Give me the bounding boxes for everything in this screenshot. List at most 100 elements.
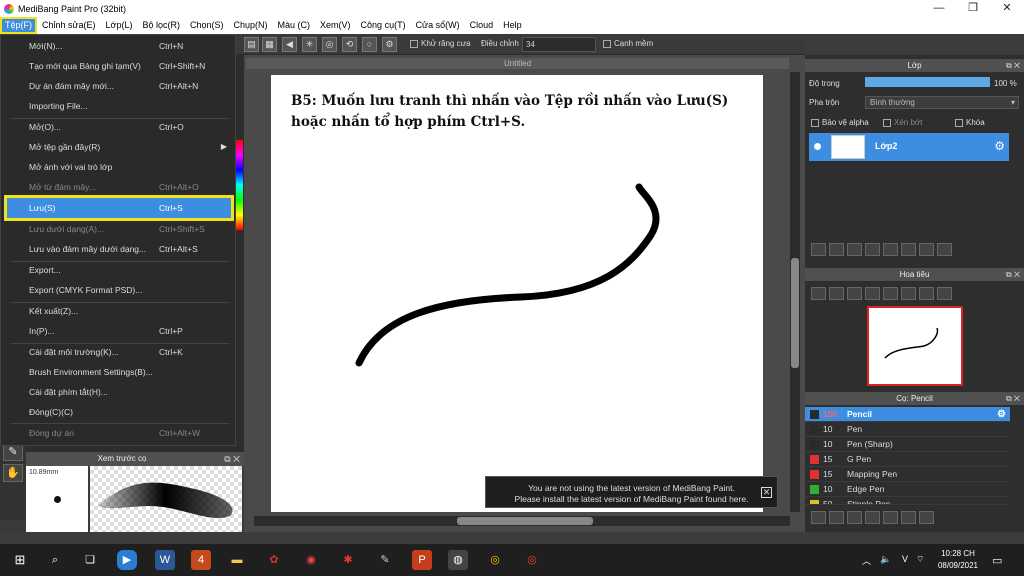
cc-icon[interactable]: ✿ — [264, 550, 284, 570]
merge-layer-icon[interactable] — [919, 243, 934, 256]
menu-item-export-cmyk[interactable]: Export (CMYK Format PSD)... — [7, 280, 231, 300]
system-clock[interactable]: 10:28 CH 08/09/2021 — [932, 548, 984, 572]
add-brush-icon[interactable] — [811, 511, 826, 524]
protect-alpha-toggle[interactable]: Bảo vệ alpha — [811, 118, 869, 127]
antialias-toggle[interactable]: Khử răng cưa — [410, 39, 470, 48]
rotate-right-icon[interactable] — [919, 287, 934, 300]
menu-item-render[interactable]: Kết xuất(Z)... — [7, 301, 231, 321]
concentric-icon[interactable]: ◎ — [322, 37, 337, 52]
new-layer-icon[interactable] — [811, 243, 826, 256]
protect-alpha-checkbox[interactable] — [811, 118, 819, 127]
menu-item-preferences[interactable]: Cài đặt môi trường(K)... Ctrl+K — [7, 342, 231, 362]
minimize-button[interactable]: — — [922, 0, 956, 17]
menu-item-open-recent[interactable]: Mở tệp gần đây(R) ▶ — [7, 137, 231, 157]
update-notification[interactable]: You are not using the latest version of … — [485, 476, 778, 508]
paint-icon[interactable]: ✎ — [375, 550, 395, 570]
clipping-checkbox[interactable] — [883, 118, 891, 127]
menu-item-new[interactable]: Mới(N)... Ctrl+N — [7, 36, 231, 56]
panel-close-icon[interactable]: ⧉ ✕ — [1006, 59, 1020, 72]
powerpoint-icon[interactable]: P — [412, 550, 432, 570]
close-button[interactable]: ✕ — [990, 0, 1024, 17]
rotate-icon[interactable] — [883, 287, 898, 300]
canvas-paper[interactable]: B5: Muốn lưu tranh thì nhấn vào Tệp rồi … — [271, 75, 763, 512]
menu-item-import[interactable]: Importing File... — [7, 96, 231, 116]
menu-item-open-as-layer[interactable]: Mở ảnh với vai trò lớp — [7, 157, 231, 177]
add-layer-dropdown-icon[interactable] — [865, 243, 880, 256]
circle-ruler-icon[interactable]: ○ — [362, 37, 377, 52]
opacity-slider[interactable] — [865, 77, 990, 87]
visibility-icon[interactable] — [814, 143, 821, 150]
medibang-taskbar-icon[interactable]: ◍ — [448, 550, 468, 570]
menu-item-save-cloud-as[interactable]: Lưu vào đám mây dưới dạng... Ctrl+Alt+S — [7, 239, 231, 259]
brush-item-pen-sharp[interactable]: 10 Pen (Sharp) — [805, 437, 1010, 452]
task-view-icon[interactable]: ❏ — [80, 550, 100, 570]
brush-item-mapping-pen[interactable]: 15 Mapping Pen — [805, 467, 1010, 482]
duplicate-layer-icon[interactable] — [901, 243, 916, 256]
canvas-tab[interactable]: Untitled — [246, 58, 789, 69]
navigator-thumbnail[interactable] — [867, 306, 963, 386]
menu-item-new-from-clipboard[interactable]: Tạo mới qua Bảng ghi tạm(V) Ctrl+Shift+N — [7, 56, 231, 76]
menu-item-new-cloud-project[interactable]: Dự án đám mây mới... Ctrl+Alt+N — [7, 76, 231, 96]
menu-layer[interactable]: Lớp(L) — [101, 17, 138, 34]
menu-select[interactable]: Chọn(S) — [185, 17, 229, 34]
zoom-app-icon[interactable]: ▶ — [117, 550, 137, 570]
zoom-out-icon[interactable] — [865, 287, 880, 300]
radial-icon[interactable]: ✳ — [302, 37, 317, 52]
menu-window[interactable]: Cửa sổ(W) — [411, 17, 465, 34]
new-brush-icon[interactable] — [829, 511, 844, 524]
wifi-icon[interactable]: ⌔ — [916, 554, 924, 565]
soft-edge-toggle[interactable]: Cạnh mềm — [603, 39, 653, 48]
menu-cloud[interactable]: Cloud — [465, 17, 499, 34]
search-icon[interactable]: ⌕ — [45, 550, 65, 570]
menu-item-open[interactable]: Mở(O)... Ctrl+O — [7, 117, 231, 137]
menu-color[interactable]: Màu (C) — [273, 17, 316, 34]
menu-item-export[interactable]: Export... — [7, 260, 231, 280]
zoom-in-icon[interactable] — [829, 287, 844, 300]
snap-settings-icon[interactable]: ⚙ — [382, 37, 397, 52]
new-folder-icon[interactable] — [883, 243, 898, 256]
lock-toggle[interactable]: Khóa — [955, 118, 985, 127]
vertical-scrollbar[interactable] — [790, 72, 800, 512]
hand-icon[interactable]: ✋ — [3, 464, 23, 482]
notifications-icon[interactable]: ▭ — [992, 554, 1002, 567]
color-palette-strip[interactable] — [235, 140, 243, 230]
brush-settings-icon[interactable] — [865, 511, 880, 524]
menu-tools[interactable]: Công cụ(T) — [356, 17, 411, 34]
panel-close-icon[interactable]: ⧉ ✕ — [1006, 268, 1020, 281]
stripe-icon[interactable]: ▤ — [244, 37, 259, 52]
antialias-checkbox[interactable] — [410, 39, 418, 48]
horizontal-scroll-thumb[interactable] — [457, 517, 593, 525]
fit-icon[interactable] — [847, 287, 862, 300]
gear-icon[interactable]: ⚙ — [997, 407, 1006, 422]
chrome-icon[interactable]: ◎ — [485, 550, 505, 570]
panel-close-icon[interactable]: ⧉ ✕ — [1006, 392, 1020, 405]
new-halftone-layer-icon[interactable] — [829, 243, 844, 256]
curve-ruler-icon[interactable]: ⟲ — [342, 37, 357, 52]
menu-item-save-as[interactable]: Lưu dưới dạng(A)... Ctrl+Shift+S — [7, 219, 231, 239]
blend-mode-select[interactable]: Bình thường ▾ — [865, 96, 1019, 109]
menu-capture[interactable]: Chụp(N) — [229, 17, 273, 34]
perspective-icon[interactable]: ◀ — [282, 37, 297, 52]
menu-edit[interactable]: Chỉnh sửa(E) — [37, 17, 101, 34]
adjust-value-input[interactable]: 34 — [522, 37, 596, 52]
menu-item-close-project[interactable]: Đóng dự án Ctrl+Alt+W — [7, 423, 231, 443]
app-icon-star[interactable]: ✱ — [338, 550, 358, 570]
reset-rotate-icon[interactable] — [901, 287, 916, 300]
menu-view[interactable]: Xem(V) — [315, 17, 356, 34]
grid-icon[interactable]: ▦ — [262, 37, 277, 52]
windows-start-icon[interactable]: ⊞ — [10, 550, 30, 570]
mail-icon[interactable]: 4 — [191, 550, 211, 570]
lock-checkbox[interactable] — [955, 118, 963, 127]
brush-item-g-pen[interactable]: 15 G Pen — [805, 452, 1010, 467]
maximize-button[interactable]: ❐ — [956, 0, 990, 17]
file-explorer-icon[interactable]: ▬ — [227, 550, 247, 570]
menu-item-shortcut-settings[interactable]: Cài đặt phím tắt(H)... — [7, 382, 231, 402]
menu-item-close[interactable]: Đóng(C)(C) — [7, 402, 231, 422]
menu-item-open-cloud[interactable]: Mở từ đám mây... Ctrl+Alt+O — [7, 177, 231, 197]
gear-icon[interactable]: ⚙ — [994, 139, 1005, 153]
horizontal-scrollbar[interactable] — [254, 516, 790, 526]
menu-help[interactable]: Help — [498, 17, 527, 34]
brush-item-pen[interactable]: 10 Pen — [805, 422, 1010, 437]
vertical-scroll-thumb[interactable] — [791, 258, 799, 368]
clipping-toggle[interactable]: Xén bớt — [883, 118, 922, 127]
